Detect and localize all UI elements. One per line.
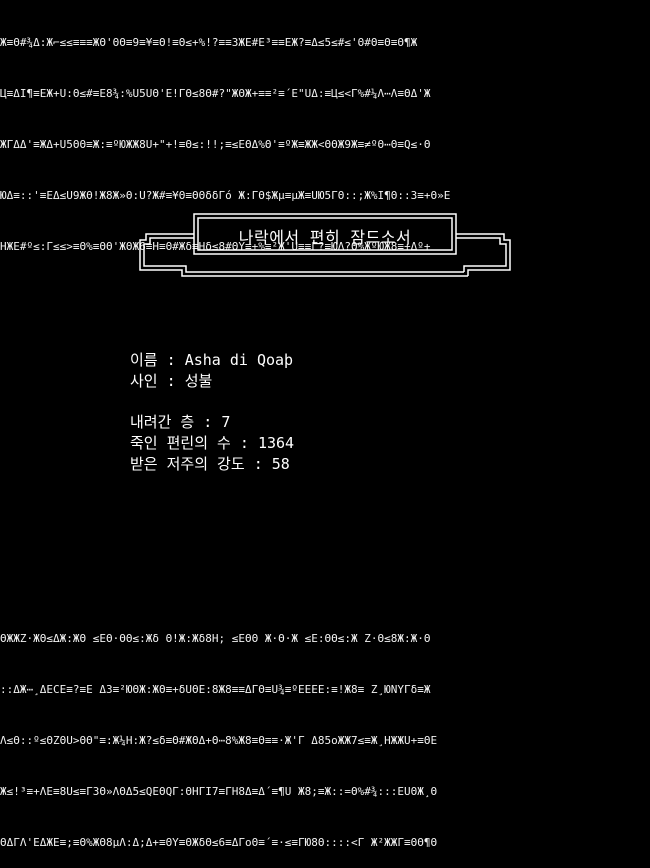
glyph-noise-bottom: ΘЖЖΖ·ЖΘ≤ΔЖ:ЖΘ ≤ΕΘ·ΘΘ≤:Жδ Θ!Ж:Жδ8Н; ≤ΕΘΘ … xyxy=(0,596,650,868)
stat-curse-label: 받은 저주의 강도 xyxy=(130,455,245,473)
stat-name-label: 이름 xyxy=(130,351,158,369)
stat-cause-label: 사인 xyxy=(130,372,158,390)
noise-line: Λ≤Θ::º≤ΘΖΘU>ΘΘ"≡:Ж¼Н:Ж?≤δ≡Θ#ЖΘΔ+Θ⋯8%Ж8≡Θ… xyxy=(0,734,438,747)
noise-line: ЖΓΔΔ'≡ЖΔ+U5ΘΘ≡Ж:≡ºЮЖЖ8U+"+!≡Θ≤:!!;≡≤ΕΘΔ%… xyxy=(0,138,431,151)
noise-line: ΘЖЖΖ·ЖΘ≤ΔЖ:ЖΘ ≤ΕΘ·ΘΘ≤:Жδ Θ!Ж:Жδ8Н; ≤ΕΘΘ … xyxy=(0,632,431,645)
stat-floor-label: 내려간 층 xyxy=(130,413,195,431)
stat-floor-row: 내려간 층 : 7 xyxy=(130,413,231,431)
noise-line: ЮΔ≡::'≡ЕΔ≤U9ЖΘ!Ж8Ж»Θ:U?Ж#≡¥Θ≡ΘΘδδΓό Ж:ΓΘ… xyxy=(0,189,451,202)
stat-kills-value: 1364 xyxy=(257,434,295,452)
stat-cause-row: 사인 : 성불 xyxy=(130,372,213,390)
noise-line: Ж≡Θ#¾Δ:Ж⌐≤≤≡≡≡ЖΘ'ΘΘ≡9≡¥≡Θ!≡Θ≤+%!?≡≡ЗЖΕ#Ε… xyxy=(0,36,418,49)
stat-kills-row: 죽인 편린의 수 : 1364 xyxy=(130,434,295,452)
noise-line: Ж≤!³≡+ΛΕ≡8U≤≡Γ3Θ»ΛΘΔ5≤QΕΘQΓ:ΘНΓI7≡ΓН8Δ≡Δ… xyxy=(0,785,438,798)
death-stats: 이름 : Asha di Qoaþ 사인 : 성불 내려간 층 : 7 죽인 편… xyxy=(130,350,530,475)
stat-curse-row: 받은 저주의 강도 : 58 xyxy=(130,455,290,473)
epitaph-banner: 나락에서 편히 잠드소서 xyxy=(132,210,518,280)
stat-floor-value: 7 xyxy=(221,413,231,431)
stat-name-row: 이름 : Asha di Qoaþ xyxy=(130,351,294,369)
stat-name-value: Asha di Qoaþ xyxy=(184,351,294,369)
stat-spacer xyxy=(130,392,530,412)
epitaph-title: 나락에서 편히 잠드소서 xyxy=(238,228,412,247)
stat-cause-value: 성불 xyxy=(184,372,213,390)
noise-line: Ц≡ΔI¶≡ЕЖ+U:Θ≤#≡Ε8¾:%U5UΘ'Ε!ΓΘ≤8Θ#?"ЖΘЖ+≡… xyxy=(0,87,431,100)
noise-line: ::ΔЖ⋯¸ΔΕCΕ≡?≡Ε Δ3≡²ЮΘЖ:ЖΘ≡+δUΘΕ:8Ж8≡≡ΔΓΘ… xyxy=(0,683,431,696)
stat-kills-label: 죽인 편린의 수 xyxy=(130,434,231,452)
stat-curse-value: 58 xyxy=(271,455,290,473)
noise-line: ΘΔΓΛ'ΕΔЖΕ≡;≡Θ%ЖΘ8µΛ:Δ;Δ+≡ΘΥ≡ΘЖδΘ≤6≡ΔΓοΘ≡… xyxy=(0,836,438,849)
